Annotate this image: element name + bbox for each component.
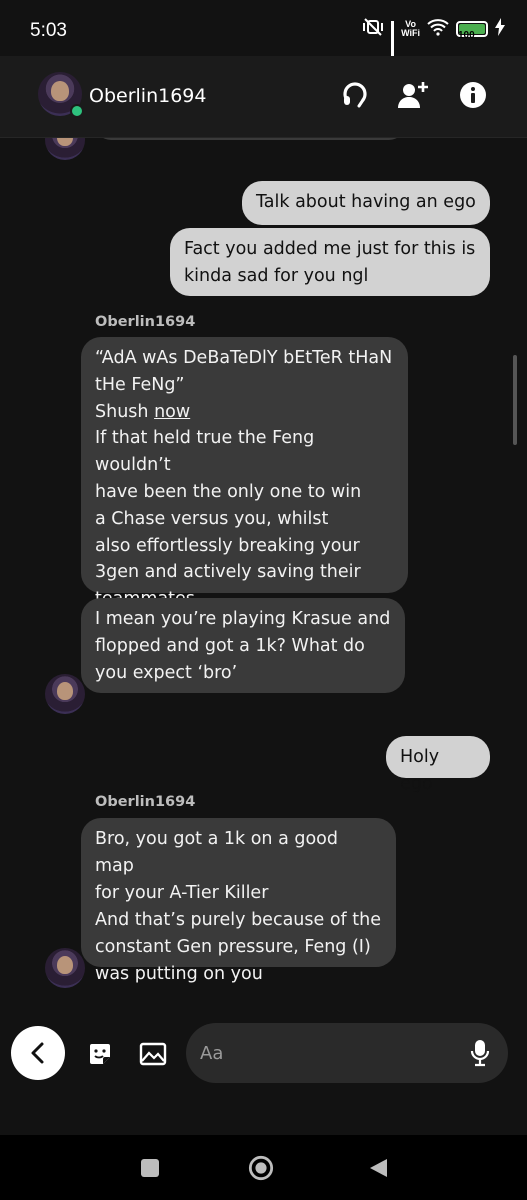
system-navigation-bar bbox=[0, 1135, 527, 1200]
info-icon bbox=[460, 82, 486, 108]
message-composer bbox=[0, 1010, 527, 1100]
online-status-indicator bbox=[70, 104, 84, 118]
message-line: was putting on you bbox=[95, 964, 263, 984]
message-bubble-incoming[interactable]: “AdA wAs DeBaTeDlY bEtTeR tHaN tHe FeNg”… bbox=[81, 337, 408, 609]
message-line: also effortlessly breaking your bbox=[95, 535, 360, 556]
message-input[interactable] bbox=[200, 1037, 460, 1069]
wifi-icon bbox=[427, 18, 449, 40]
message-text: Holy ego bbox=[400, 747, 440, 794]
status-bar: 5:03 Vo WiFi 100 bbox=[0, 0, 527, 75]
message-line: flopped and got a 1k? What do bbox=[95, 636, 365, 656]
status-icons: Vo WiFi 100 bbox=[362, 18, 505, 75]
vowifi-icon: Vo WiFi bbox=[401, 19, 420, 38]
message-line: Shush now bbox=[95, 399, 394, 426]
previous-message-bubble[interactable] bbox=[95, 138, 405, 140]
message-bubble-outgoing[interactable]: Talk about having an ego bbox=[242, 181, 490, 225]
sticker-button[interactable] bbox=[86, 1040, 114, 1068]
message-text: Talk about having an ego bbox=[256, 192, 476, 212]
message-line: have been the only one to win bbox=[95, 481, 362, 502]
message-text: Shush bbox=[95, 401, 155, 422]
voice-message-button[interactable] bbox=[470, 1039, 490, 1071]
chevron-left-icon bbox=[31, 1042, 44, 1064]
message-line: If that held true the Feng wouldn’t bbox=[95, 428, 315, 476]
signal-icon bbox=[391, 21, 395, 75]
message-list[interactable]: Talk about having an ego Fact you added … bbox=[0, 138, 527, 1008]
charging-icon bbox=[495, 18, 505, 40]
message-line: “AdA wAs DeBaTeDlY bEtTeR tHaN bbox=[95, 348, 393, 368]
info-button[interactable] bbox=[456, 78, 490, 112]
scrollbar[interactable] bbox=[513, 355, 517, 445]
add-person-icon bbox=[398, 82, 428, 108]
gallery-button[interactable] bbox=[139, 1040, 167, 1068]
message-line: tHe FeNg” bbox=[95, 374, 185, 395]
back-button[interactable] bbox=[365, 1155, 391, 1181]
image-gallery-icon bbox=[139, 1042, 167, 1066]
microphone-icon bbox=[470, 1040, 490, 1067]
sender-avatar[interactable] bbox=[45, 674, 85, 714]
sender-name: Oberlin1694 bbox=[95, 314, 196, 330]
message-bubble-outgoing[interactable]: Fact you added me just for this is kinda… bbox=[170, 228, 490, 296]
add-person-button[interactable] bbox=[396, 78, 430, 112]
sender-avatar[interactable] bbox=[45, 948, 85, 988]
collapse-button[interactable] bbox=[11, 1026, 65, 1080]
home-circle-icon bbox=[248, 1155, 274, 1181]
sender-avatar[interactable] bbox=[45, 138, 85, 160]
message-line: a Chase versus you, whilst bbox=[95, 508, 329, 529]
square-icon bbox=[141, 1159, 159, 1177]
chat-header: Oberlin1694 bbox=[0, 56, 527, 138]
message-line: I mean you’re playing Krasue and bbox=[95, 609, 391, 629]
message-line: for your A-Tier Killer bbox=[95, 883, 269, 903]
message-line: And that’s purely because of the bbox=[95, 910, 381, 930]
home-button[interactable] bbox=[248, 1155, 274, 1181]
audio-call-button[interactable] bbox=[338, 78, 372, 112]
battery-level: 100 bbox=[458, 30, 475, 41]
sticker-icon bbox=[90, 1044, 110, 1064]
battery-icon: 100 bbox=[456, 21, 488, 41]
message-bubble-outgoing[interactable]: Holy ego bbox=[386, 736, 490, 794]
sender-name: Oberlin1694 bbox=[95, 794, 196, 810]
message-line: you expect ‘bro’ bbox=[95, 663, 238, 683]
vibrate-off-icon bbox=[362, 18, 384, 40]
recents-button[interactable] bbox=[137, 1155, 163, 1181]
message-link[interactable]: now bbox=[154, 402, 190, 422]
message-line: Bro, you got a 1k on a good map bbox=[95, 829, 339, 876]
message-line: Fact you added me just for this is bbox=[184, 239, 476, 259]
message-bubble-incoming[interactable]: I mean you’re playing Krasue and flopped… bbox=[81, 598, 405, 693]
contact-name[interactable]: Oberlin1694 bbox=[89, 85, 206, 107]
audio-call-icon bbox=[343, 82, 367, 108]
message-input-box[interactable] bbox=[186, 1023, 508, 1083]
message-line: kinda sad for you ngl bbox=[184, 266, 369, 286]
back-triangle-icon bbox=[370, 1159, 387, 1177]
message-bubble-incoming[interactable]: Bro, you got a 1k on a good map for your… bbox=[81, 818, 396, 984]
message-line: constant Gen pressure, Feng (I) bbox=[95, 937, 371, 957]
status-time: 5:03 bbox=[30, 20, 67, 41]
message-line: 3gen and actively saving their bbox=[95, 562, 361, 583]
chat-screen: 5:03 Vo WiFi 100 Oberlin1694 Talk about … bbox=[0, 0, 527, 1200]
